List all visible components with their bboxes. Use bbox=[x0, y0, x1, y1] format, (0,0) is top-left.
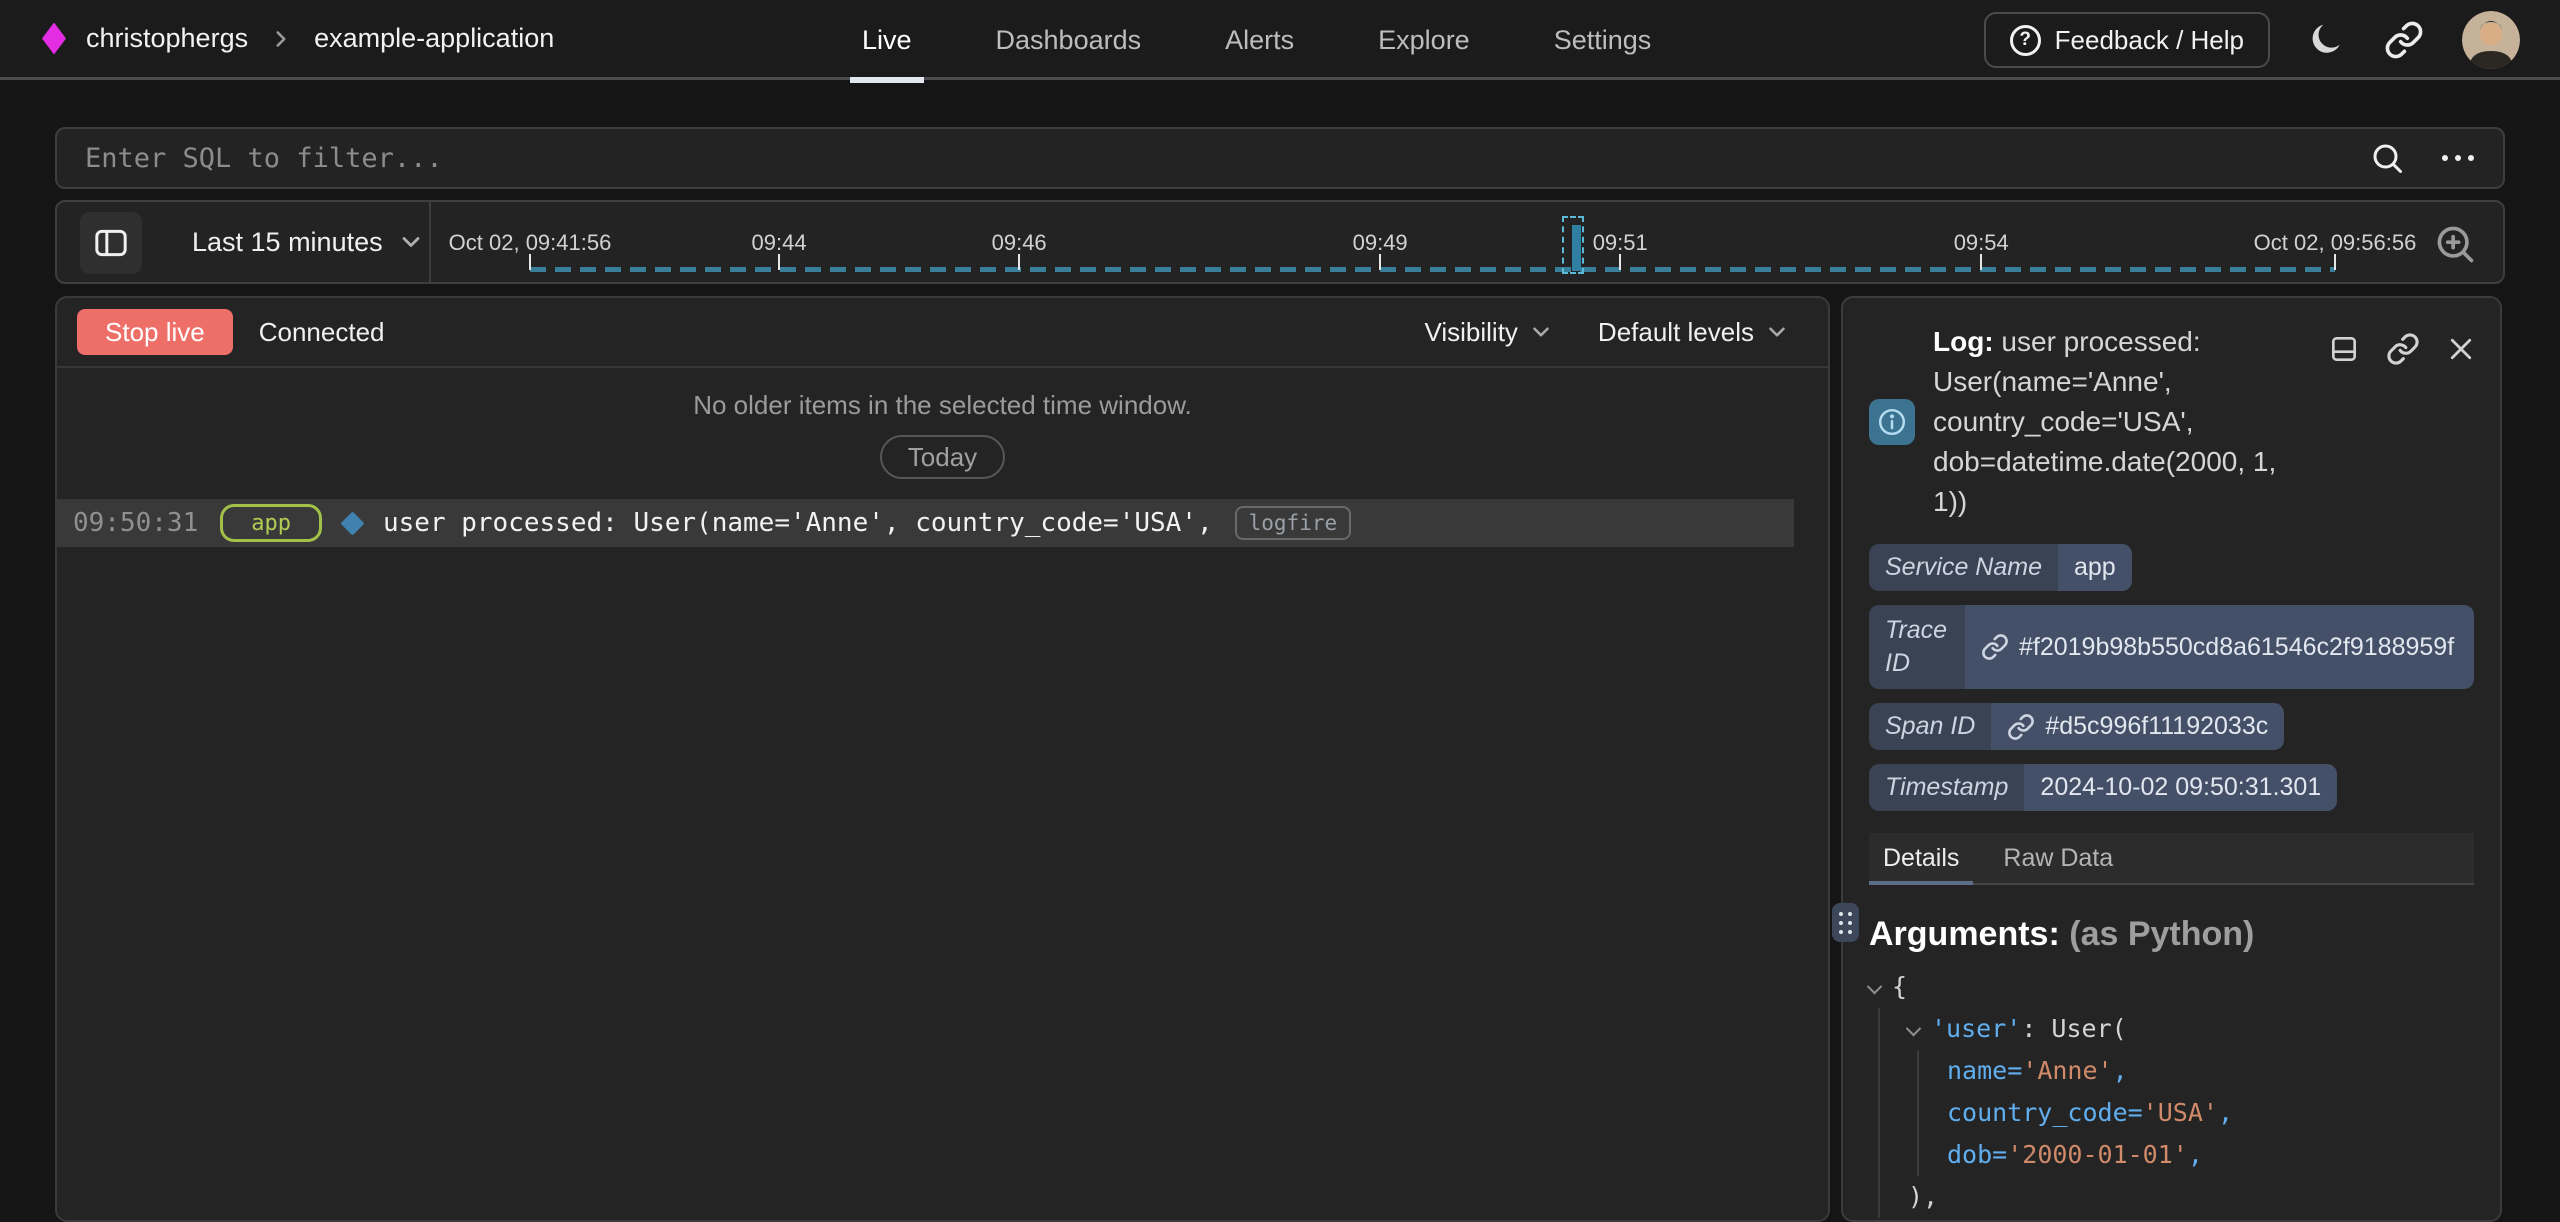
timeline-activity-baseline bbox=[530, 267, 2335, 272]
log-detail-title: Log: user processed: User(name='Anne', c… bbox=[1933, 322, 2305, 522]
time-range-select[interactable]: Last 15 minutes bbox=[192, 202, 425, 282]
log-row-time: 09:50:31 bbox=[73, 508, 198, 538]
trace-link-icon[interactable] bbox=[1981, 633, 2009, 661]
nav-actions: ? Feedback / Help bbox=[1984, 0, 2520, 80]
code-line: name='Anne', bbox=[1947, 1050, 2474, 1092]
permalink-icon[interactable] bbox=[2386, 332, 2420, 366]
link-icon bbox=[2384, 20, 2424, 60]
span-id-badge[interactable]: Span ID #d5c996f11192033c bbox=[1869, 703, 2284, 750]
code-line: } bbox=[1869, 1218, 2474, 1222]
more-options-icon[interactable] bbox=[2439, 153, 2477, 163]
log-detail-panel: Log: user processed: User(name='Anne', c… bbox=[1841, 296, 2502, 1222]
close-icon[interactable] bbox=[2446, 334, 2476, 364]
breadcrumb-project[interactable]: example-application bbox=[314, 23, 554, 54]
live-view-header: Stop live Connected Visibility Default l… bbox=[57, 298, 1828, 368]
tab-dashboards[interactable]: Dashboards bbox=[986, 0, 1152, 80]
scope-tag[interactable]: logfire bbox=[1235, 506, 1352, 540]
chevron-down-icon bbox=[1764, 319, 1790, 345]
tab-raw-data[interactable]: Raw Data bbox=[2003, 833, 2113, 883]
time-range-bar: Last 15 minutes Oct 02, 09:41:56 09:44 0… bbox=[55, 200, 2505, 284]
breadcrumb-org[interactable]: christophergs bbox=[86, 23, 248, 54]
service-badge[interactable]: app bbox=[220, 504, 322, 542]
log-row[interactable]: 09:50:31 app user processed: User(name='… bbox=[57, 499, 1794, 547]
sql-filter-input[interactable] bbox=[57, 129, 2503, 187]
code-line: { bbox=[1869, 966, 2474, 1008]
tab-live[interactable]: Live bbox=[852, 0, 922, 80]
log-detail-fields: Service Name app Trace ID #f2019b98b550c… bbox=[1869, 544, 2474, 811]
empty-state-message: No older items in the selected time wind… bbox=[57, 390, 1828, 421]
logfire-logo-icon bbox=[42, 23, 66, 55]
tab-explore[interactable]: Explore bbox=[1368, 0, 1480, 80]
zoom-in-icon bbox=[2433, 222, 2477, 266]
timebar-divider bbox=[429, 202, 431, 282]
nav-tabs: Live Dashboards Alerts Explore Settings bbox=[852, 0, 1661, 80]
detail-tabs: Details Raw Data bbox=[1869, 833, 2474, 885]
connection-status: Connected bbox=[259, 317, 385, 348]
timeline-scrubber[interactable]: Oct 02, 09:41:56 09:44 09:46 09:49 09:51… bbox=[530, 202, 2335, 282]
question-circle-icon: ? bbox=[2010, 25, 2041, 56]
span-link-icon[interactable] bbox=[2007, 713, 2035, 741]
chevron-down-icon bbox=[1528, 319, 1554, 345]
trace-id-badge[interactable]: Trace ID #f2019b98b550cd8a61546c2f918895… bbox=[1869, 605, 2474, 689]
timestamp-badge: Timestamp 2024-10-02 09:50:31.301 bbox=[1869, 764, 2337, 811]
search-icon[interactable] bbox=[2369, 140, 2405, 176]
collapse-chevron-icon[interactable] bbox=[1906, 1021, 1922, 1037]
tab-details[interactable]: Details bbox=[1883, 833, 1959, 883]
stop-live-button[interactable]: Stop live bbox=[77, 309, 233, 355]
collapse-chevron-icon[interactable] bbox=[1867, 979, 1883, 995]
activity-spike-bar bbox=[1572, 225, 1581, 271]
empty-state: No older items in the selected time wind… bbox=[57, 390, 1828, 479]
sidebar-toggle-button[interactable] bbox=[80, 212, 142, 274]
today-button[interactable]: Today bbox=[880, 435, 1005, 479]
sql-filter-bar bbox=[55, 127, 2505, 189]
sidebar-toggle-icon bbox=[91, 223, 131, 263]
live-view-panel: Stop live Connected Visibility Default l… bbox=[55, 296, 1830, 1222]
code-line: dob='2000-01-01', bbox=[1947, 1134, 2474, 1176]
code-line: ), bbox=[1908, 1176, 2474, 1218]
zoom-in-button[interactable] bbox=[2433, 222, 2477, 269]
info-level-icon bbox=[1869, 399, 1915, 445]
feedback-help-button[interactable]: ? Feedback / Help bbox=[1984, 12, 2270, 68]
arguments-code-tree: { 'user': User( name='Anne', country_cod… bbox=[1869, 966, 2474, 1222]
breadcrumb-chevron-icon bbox=[268, 26, 294, 52]
theme-toggle-button[interactable] bbox=[2308, 21, 2346, 59]
chevron-down-icon bbox=[397, 228, 425, 256]
log-diamond-icon bbox=[340, 511, 364, 535]
default-levels-dropdown[interactable]: Default levels bbox=[1598, 317, 1790, 348]
log-row-message: user processed: User(name='Anne', countr… bbox=[383, 508, 1213, 538]
breadcrumb: christophergs example-application bbox=[42, 23, 554, 55]
code-line: 'user': User( bbox=[1908, 1008, 2474, 1050]
user-avatar[interactable] bbox=[2462, 11, 2520, 69]
panel-resize-handle[interactable] bbox=[1832, 903, 1859, 942]
moon-icon bbox=[2308, 21, 2346, 59]
service-name-badge: Service Name app bbox=[1869, 544, 2132, 591]
visibility-dropdown[interactable]: Visibility bbox=[1424, 317, 1553, 348]
tab-alerts[interactable]: Alerts bbox=[1215, 0, 1304, 80]
share-link-button[interactable] bbox=[2384, 20, 2424, 60]
split-panel-icon[interactable] bbox=[2328, 333, 2360, 365]
top-nav: christophergs example-application Live D… bbox=[0, 0, 2560, 80]
tab-settings[interactable]: Settings bbox=[1544, 0, 1662, 80]
activity-spike bbox=[1562, 216, 1584, 274]
arguments-heading: Arguments: (as Python) bbox=[1869, 915, 2474, 954]
code-line: country_code='USA', bbox=[1947, 1092, 2474, 1134]
